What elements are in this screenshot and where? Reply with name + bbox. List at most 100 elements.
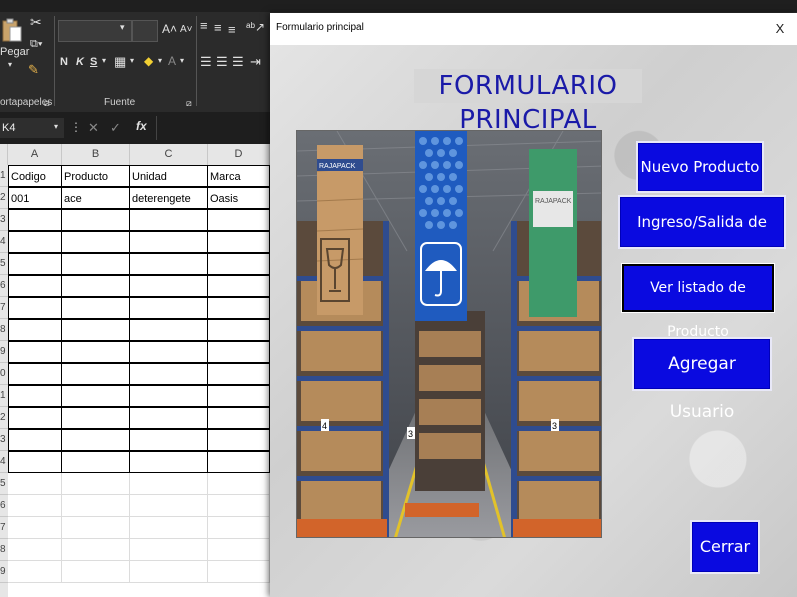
grid-cell[interactable] [8,495,62,517]
grid-cell[interactable] [208,363,270,385]
row-header[interactable]: 4 [0,231,8,253]
grid-cell[interactable] [130,363,208,385]
orientation-icon[interactable]: ᵃᵇ↗ [246,20,265,34]
grid-cell[interactable] [208,209,270,231]
grid-cell[interactable] [208,385,270,407]
grid-cell[interactable] [62,385,130,407]
grid-cell[interactable] [208,341,270,363]
grid-cell[interactable] [62,539,130,561]
grid-cell[interactable] [8,539,62,561]
worksheet-grid[interactable]: A B C D 1234567890123456789 Codigo Produc… [0,144,270,597]
bold-button[interactable]: N [60,56,68,68]
window-titlebar[interactable]: Formulario principal X [270,13,797,45]
grid-cell[interactable] [62,407,130,429]
grid-cell[interactable] [208,473,270,495]
clipboard-launcher-icon[interactable]: ⧄ [44,98,50,109]
grid-cell[interactable] [208,451,270,473]
paste-button[interactable]: Pegar ▾ [0,18,29,80]
copy-icon[interactable]: ⧉▾ [30,38,42,51]
row-header[interactable]: 1 [0,165,8,187]
grid-cell[interactable] [130,561,208,583]
grid-cell[interactable] [8,473,62,495]
grid-cell[interactable] [208,297,270,319]
row-header[interactable]: 9 [0,341,8,363]
borders-dropdown-icon[interactable]: ▾ [130,56,134,65]
grid-cell[interactable] [130,209,208,231]
font-color-icon[interactable]: A [168,54,176,68]
name-box-dropdown-icon[interactable]: ▾ [54,122,58,131]
column-header[interactable]: C [130,144,208,165]
column-header[interactable]: B [62,144,130,165]
cerrar-button[interactable]: Cerrar [692,522,758,572]
grid-cell[interactable] [208,275,270,297]
close-window-button[interactable]: X [763,13,797,45]
row-header[interactable]: 3 [0,429,8,451]
confirm-entry-icon[interactable]: ✓ [110,120,121,136]
grid-cell[interactable] [208,495,270,517]
align-top-icon[interactable]: ≡ [200,18,208,33]
grid-cell[interactable] [130,275,208,297]
grid-cell[interactable] [8,363,62,385]
align-middle-icon[interactable]: ≡ [214,20,222,35]
row-header[interactable]: 5 [0,473,8,495]
grid-cell[interactable] [130,517,208,539]
row-header[interactable]: 2 [0,407,8,429]
select-all-corner[interactable] [0,144,8,165]
grid-cell[interactable] [62,231,130,253]
formula-input[interactable] [156,116,271,140]
grid-cell[interactable]: 001 [8,187,62,209]
grid-cell[interactable] [208,517,270,539]
row-header[interactable]: 6 [0,495,8,517]
grid-cell[interactable] [130,341,208,363]
grid-cell[interactable] [62,561,130,583]
grid-cell[interactable] [130,473,208,495]
align-left-icon[interactable]: ☰ [200,54,212,70]
indent-icon[interactable]: ⇥ [250,54,261,70]
grid-cell[interactable] [62,495,130,517]
row-header[interactable]: 5 [0,253,8,275]
grid-cell[interactable] [8,209,62,231]
grid-cell[interactable]: ace [62,187,130,209]
grid-cell[interactable] [130,495,208,517]
grid-cell[interactable]: Producto [62,165,130,187]
grid-cell[interactable] [62,297,130,319]
grid-cell[interactable] [8,561,62,583]
grid-cell[interactable]: Unidad [130,165,208,187]
grid-cell[interactable] [130,319,208,341]
italic-button[interactable]: K [76,56,84,68]
grid-cell[interactable] [8,341,62,363]
grid-cell[interactable] [8,451,62,473]
font-color-dropdown-icon[interactable]: ▾ [180,56,184,65]
borders-icon[interactable]: ▦ [114,54,126,70]
format-painter-icon[interactable]: ✎ [28,62,39,78]
grid-cell[interactable] [208,253,270,275]
row-header[interactable]: 3 [0,209,8,231]
ingreso-salida-producto-button[interactable]: Ingreso/Salida de Producto [620,197,784,279]
grid-cell[interactable]: Marca [208,165,270,187]
grid-cell[interactable] [130,231,208,253]
grid-cell[interactable] [8,407,62,429]
grid-cell[interactable] [130,539,208,561]
grid-cell[interactable] [8,319,62,341]
grid-cell[interactable] [208,429,270,451]
grid-cell[interactable] [130,385,208,407]
grid-cell[interactable] [62,275,130,297]
grid-cell[interactable] [208,407,270,429]
grid-cell[interactable]: Codigo [8,165,62,187]
grid-cell[interactable] [62,517,130,539]
row-header[interactable]: 2 [0,187,8,209]
grid-cell[interactable] [62,253,130,275]
align-bottom-icon[interactable]: ≡ [228,22,236,37]
cancel-entry-icon[interactable]: ✕ [88,120,99,136]
column-header[interactable]: A [8,144,62,165]
grid-cell[interactable] [8,517,62,539]
grid-cell[interactable] [8,275,62,297]
grid-cell[interactable] [130,297,208,319]
align-center-icon[interactable]: ☰ [216,54,228,70]
paste-dropdown-icon[interactable]: ▾ [8,60,12,69]
fill-color-icon[interactable]: ◆ [144,54,153,68]
grid-cell[interactable] [208,231,270,253]
row-header[interactable]: 7 [0,297,8,319]
row-header[interactable]: 6 [0,275,8,297]
grid-cell[interactable] [130,429,208,451]
